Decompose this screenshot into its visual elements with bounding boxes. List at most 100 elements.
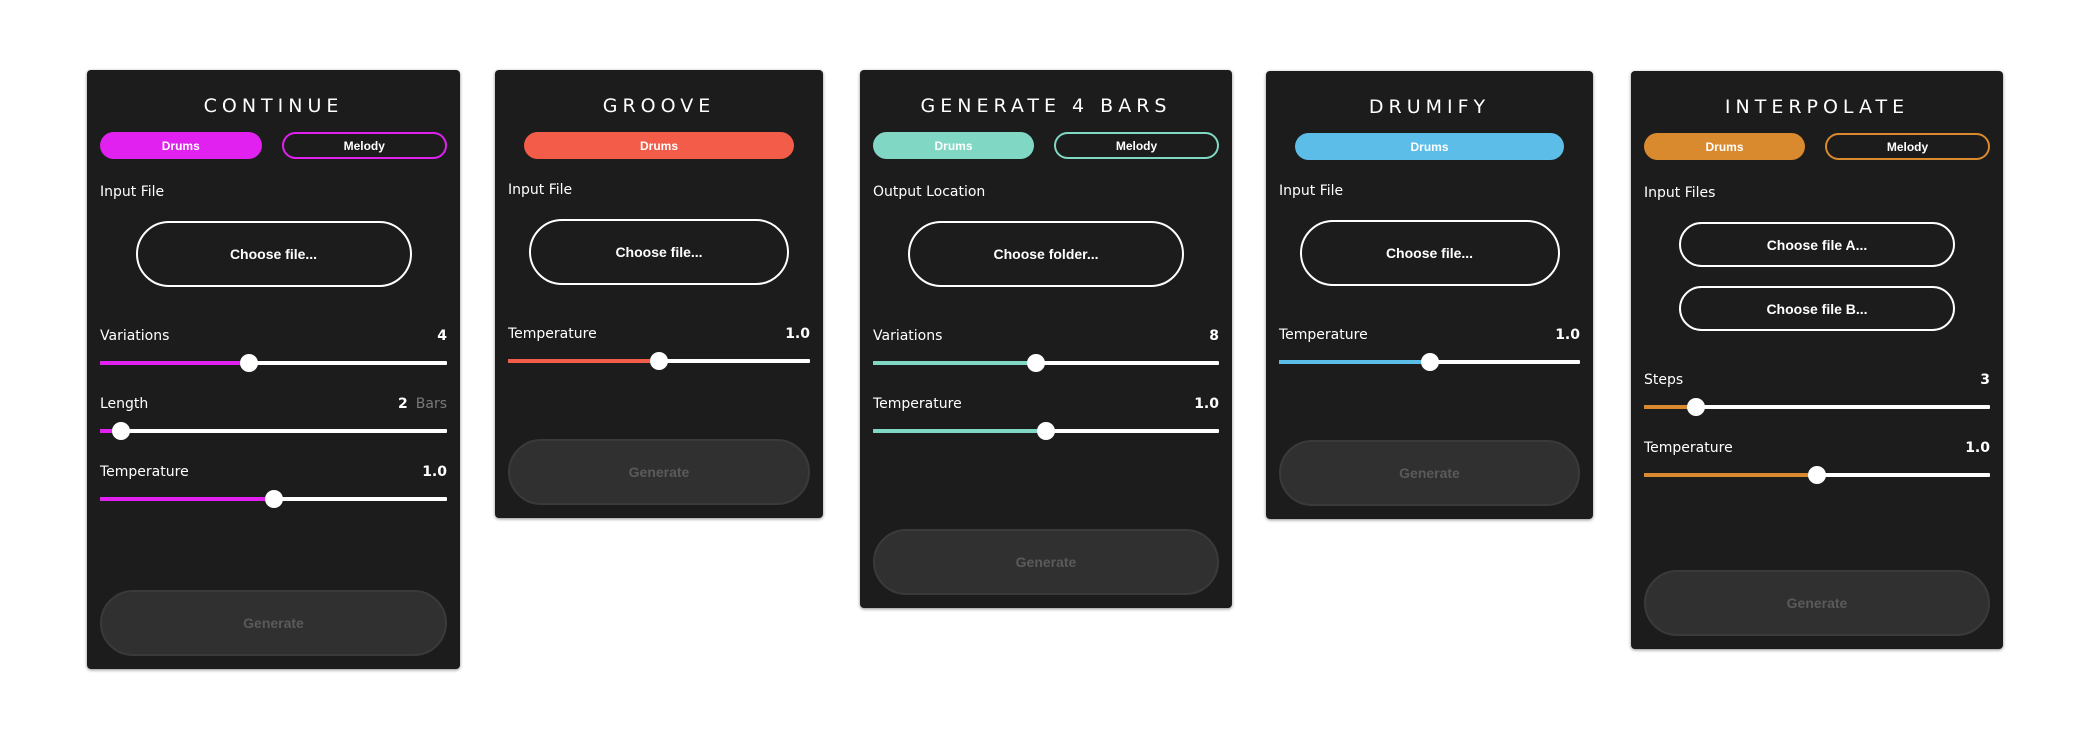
generate-button[interactable]: Generate	[100, 590, 447, 656]
toggle-drums[interactable]: Drums	[873, 132, 1034, 159]
slider-thumb[interactable]	[650, 352, 668, 370]
slider-label: Temperature	[100, 464, 189, 480]
slider-steps: Steps 3	[1644, 371, 1990, 416]
instrument-toggle-group: Drums	[1279, 133, 1580, 160]
slider-temperature: Temperature 1.0	[508, 325, 810, 370]
slider-fill	[873, 429, 1046, 433]
toggle-drums[interactable]: Drums	[524, 132, 794, 159]
slider-readout: 1.0	[422, 463, 447, 481]
toggle-melody[interactable]: Melody	[1825, 133, 1990, 160]
slider-value: 1.0	[785, 326, 810, 342]
slider-label: Temperature	[1644, 440, 1733, 456]
slider-track[interactable]	[508, 352, 810, 370]
choose-file-button[interactable]: Choose file...	[529, 219, 789, 285]
slider-temperature: Temperature 1.0	[1644, 439, 1990, 484]
slider-value: 1.0	[422, 464, 447, 480]
slider-readout: 4	[437, 327, 447, 345]
choose-file-button[interactable]: Choose file...	[135, 221, 412, 287]
panel-title: INTERPOLATE	[1724, 96, 1910, 118]
slider-label: Length	[100, 396, 149, 412]
input-label: Input File	[100, 184, 165, 200]
slider-temperature: Temperature 1.0	[100, 463, 447, 508]
slider-value: 1.0	[1965, 440, 1990, 456]
slider-thumb[interactable]	[1808, 466, 1826, 484]
slider-track[interactable]	[1644, 466, 1990, 484]
slider-label: Variations	[873, 328, 943, 344]
toggle-drums[interactable]: Drums	[100, 132, 262, 159]
slider-value: 1.0	[1555, 327, 1580, 343]
input-label: Input Files	[1644, 185, 1716, 201]
panel-drumify: DRUMIFY Drums Input File Choose file... Temp…	[1266, 71, 1593, 519]
panel-title: GENERATE 4 BARS	[920, 95, 1172, 117]
slider-length: Length 2 Bars	[100, 395, 447, 440]
toggle-melody[interactable]: Melody	[1054, 132, 1219, 159]
choose-file-a-button[interactable]: Choose file A...	[1679, 222, 1955, 267]
slider-header: Variations 8	[873, 327, 1219, 345]
generate-button[interactable]: Generate	[873, 529, 1219, 595]
slider-variations: Variations 4	[100, 327, 447, 372]
slider-header: Temperature 1.0	[508, 325, 810, 343]
slider-header: Temperature 1.0	[1644, 439, 1990, 457]
slider-value: 1.0	[1194, 396, 1219, 412]
choose-file-button[interactable]: Choose file...	[1299, 220, 1560, 286]
slider-fill	[508, 359, 659, 363]
slider-thumb[interactable]	[1686, 398, 1705, 416]
generate-button[interactable]: Generate	[508, 439, 810, 505]
slider-fill	[100, 497, 274, 501]
slider-track[interactable]	[100, 422, 447, 440]
slider-header: Length 2 Bars	[100, 395, 447, 413]
generate-button[interactable]: Generate	[1279, 440, 1580, 506]
slider-header: Temperature 1.0	[100, 463, 447, 481]
slider-fill	[873, 361, 1036, 365]
slider-header: Variations 4	[100, 327, 447, 345]
slider-readout: 1.0	[1555, 326, 1580, 344]
panel-interpolate: INTERPOLATE Drums Melody Input Files Choose …	[1631, 71, 2003, 649]
toggle-melody[interactable]: Melody	[281, 132, 447, 159]
slider-value: 4	[437, 328, 447, 344]
slider-track[interactable]	[1644, 398, 1990, 416]
panel-continue: CONTINUE Drums Melody Input File Choose file…	[87, 70, 460, 669]
generate-button[interactable]: Generate	[1644, 570, 1990, 636]
instrument-toggle-group: Drums Melody	[873, 132, 1219, 159]
slider-thumb[interactable]	[111, 422, 130, 440]
slider-value: 8	[1209, 328, 1219, 344]
slider-label: Variations	[100, 328, 170, 344]
choose-folder-button[interactable]: Choose folder...	[908, 221, 1184, 287]
choose-file-b-button[interactable]: Choose file B...	[1679, 286, 1955, 331]
toggle-drums[interactable]: Drums	[1295, 133, 1564, 160]
slider-readout: 8	[1209, 327, 1219, 345]
panel-groove: GROOVE Drums Input File Choose file... Tempe…	[495, 70, 823, 518]
panel-title: CONTINUE	[203, 95, 344, 117]
instrument-toggle-group: Drums Melody	[1644, 133, 1990, 160]
slider-temperature: Temperature 1.0	[1279, 326, 1580, 371]
slider-thumb[interactable]	[264, 490, 283, 508]
slider-temperature: Temperature 1.0	[873, 395, 1219, 440]
slider-thumb[interactable]	[1037, 422, 1055, 440]
slider-readout: 1.0	[785, 325, 810, 343]
panel-title: DRUMIFY	[1368, 96, 1491, 118]
slider-value: 3	[1980, 372, 1990, 388]
slider-label: Temperature	[873, 396, 962, 412]
slider-value: 2	[398, 396, 408, 412]
slider-track[interactable]	[873, 354, 1219, 372]
input-label: Input File	[508, 182, 573, 198]
slider-thumb[interactable]	[1420, 353, 1439, 371]
slider-fill	[100, 361, 250, 365]
instrument-toggle-group: Drums	[508, 132, 810, 159]
slider-label: Steps	[1644, 372, 1684, 388]
slider-thumb[interactable]	[240, 354, 259, 372]
slider-fill	[1279, 360, 1430, 364]
slider-fill	[1644, 473, 1817, 477]
slider-track[interactable]	[100, 354, 447, 372]
slider-track[interactable]	[100, 490, 447, 508]
slider-track[interactable]	[873, 422, 1219, 440]
slider-thumb[interactable]	[1026, 354, 1045, 372]
toggle-drums[interactable]: Drums	[1644, 133, 1805, 160]
input-label: Input File	[1279, 183, 1344, 199]
slider-label: Temperature	[1279, 327, 1368, 343]
slider-readout: 1.0	[1965, 439, 1990, 457]
slider-header: Steps 3	[1644, 371, 1990, 389]
panel-title: GROOVE	[602, 95, 716, 117]
slider-track[interactable]	[1279, 353, 1580, 371]
panel-generate-4-bars: GENERATE 4 BARS Drums Melody Output Locatio…	[860, 70, 1232, 608]
